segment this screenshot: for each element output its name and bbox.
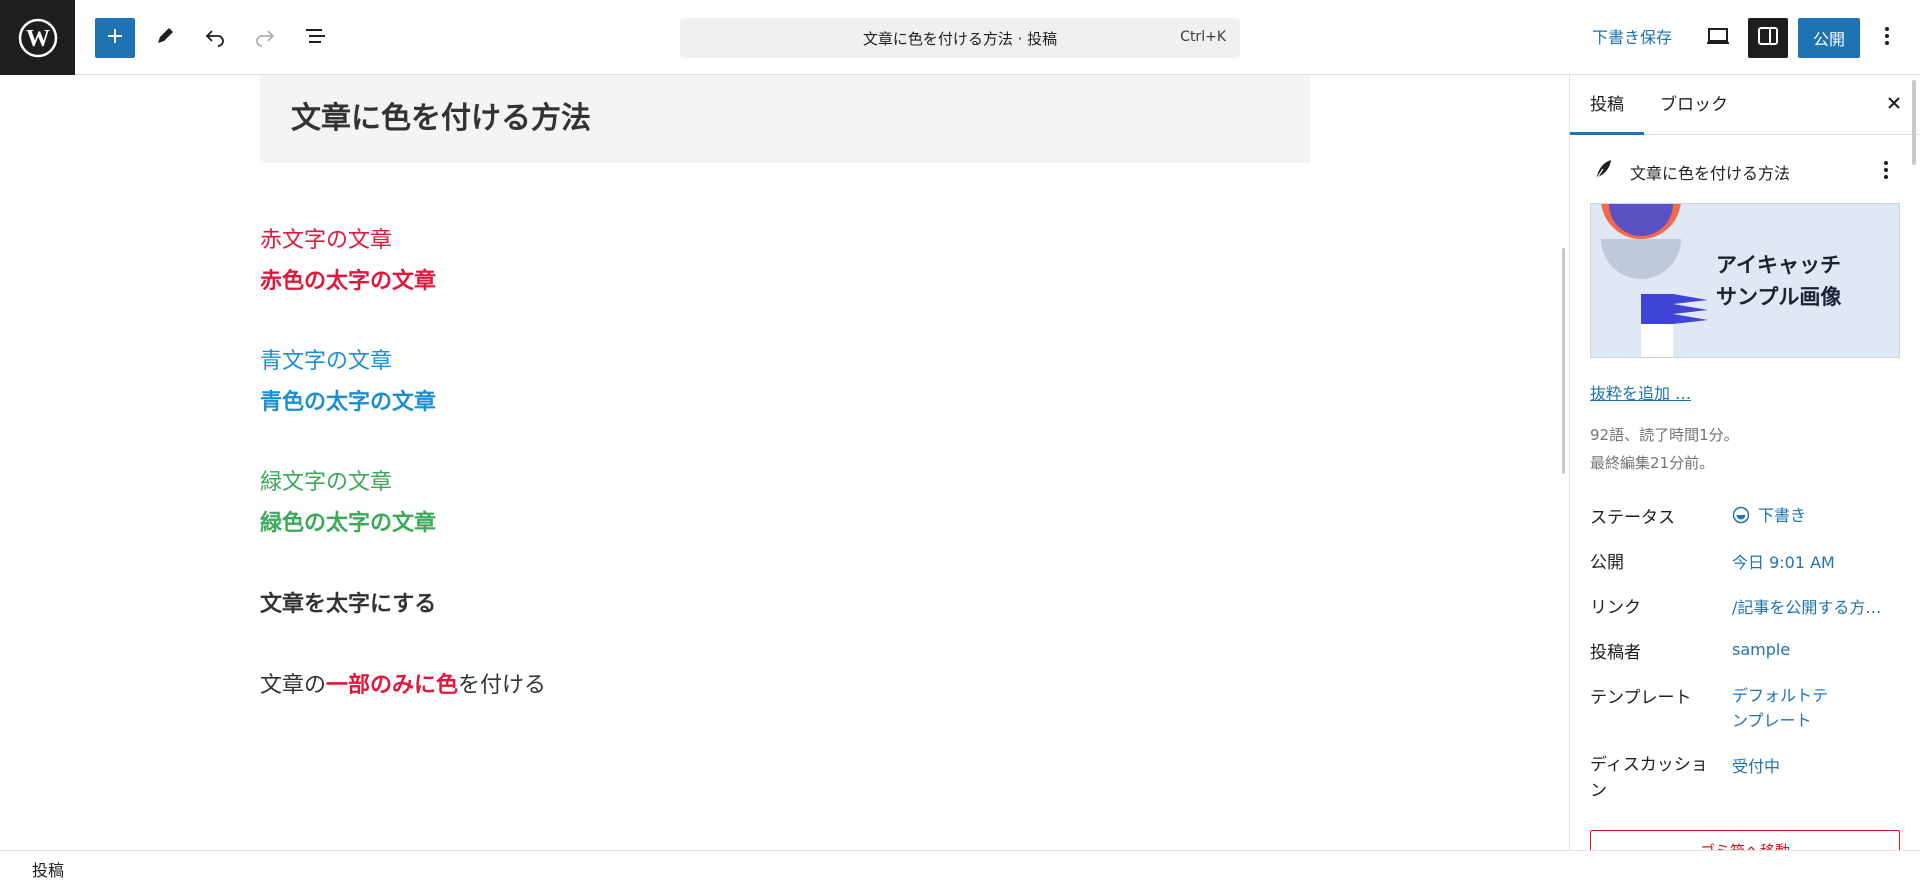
undo-button[interactable] [195,18,235,58]
breadcrumb[interactable]: 投稿 [32,857,64,880]
featured-image[interactable]: アイキャッチ サンプル画像 [1590,203,1900,358]
publish-date-value[interactable]: 今日 9:01 AM [1732,549,1835,573]
post-title[interactable]: 文章に色を付ける方法 [291,93,591,137]
sidebar-icon [1757,25,1779,51]
paragraph-blue[interactable]: 青文字の文章 [260,343,392,375]
discussion-label: ディスカッション [1590,755,1708,801]
add-excerpt-link[interactable]: 抜粋を追加 … [1590,380,1691,404]
paragraph-mixed[interactable]: 文章の一部のみに色を付ける [260,667,546,699]
save-draft-button[interactable]: 下書き保存 [1580,18,1684,58]
options-button[interactable] [1872,18,1902,58]
paragraph-red-bold[interactable]: 赤色の太字の文章 [260,263,436,295]
featured-image-text: アイキャッチ サンプル画像 [1716,249,1841,313]
paragraph-green-bold[interactable]: 緑色の太字の文章 [260,505,436,537]
author-value[interactable]: sample [1732,640,1790,659]
editor-footer: 投稿 [0,850,1920,880]
list-view-button[interactable] [295,18,335,58]
discussion-value[interactable]: 受付中 [1732,753,1780,777]
undo-icon [204,25,226,51]
list-view-icon [303,25,327,51]
more-vertical-icon [1884,161,1888,179]
pencil-icon [154,25,176,51]
sidebar-scrollbar[interactable] [1912,80,1916,165]
template-label: テンプレート [1590,688,1692,708]
close-sidebar-button[interactable] [1880,91,1908,119]
svg-text:W: W [26,26,50,52]
author-label: 投稿者 [1590,643,1641,663]
mixed-text-highlight: 一部のみに色 [326,673,459,698]
last-edited: 最終編集21分前。 [1590,454,1715,472]
shortcut-hint: Ctrl+K [1180,29,1226,45]
move-to-trash-button[interactable]: ゴミ箱へ移動 [1590,830,1900,850]
tab-post[interactable]: 投稿 [1570,75,1644,135]
close-icon [1886,95,1902,115]
post-summary-header: 文章に色を付ける方法 [1570,150,1920,190]
link-label: リンク [1590,598,1641,618]
paragraph-red[interactable]: 赤文字の文章 [260,222,392,254]
status-value[interactable]: 下書き [1732,502,1806,528]
paragraph-blue-bold[interactable]: 青色の太字の文章 [260,384,436,416]
mixed-text-before: 文章の [260,673,327,698]
post-actions-button[interactable] [1883,160,1889,184]
draft-status-icon [1732,506,1750,528]
publish-button[interactable]: 公開 [1798,18,1860,58]
plus-icon [105,26,125,50]
featured-image-text-line2: サンプル画像 [1716,285,1842,309]
post-title-block[interactable]: 文章に色を付ける方法 [260,75,1310,163]
editor-canvas: 文章に色を付ける方法 赤文字の文章 赤色の太字の文章 青文字の文章 青色の太字の… [0,75,1569,850]
tools-button[interactable] [145,18,185,58]
paragraph-bold[interactable]: 文章を太字にする [260,586,436,618]
feather-icon [1592,158,1614,186]
featured-image-text-line1: アイキャッチ [1716,253,1841,277]
template-value[interactable]: デフォルトテンプレート [1732,683,1842,733]
more-vertical-icon [1884,26,1890,50]
redo-icon [254,25,276,51]
status-label: ステータス [1590,508,1675,528]
paragraph-green[interactable]: 緑文字の文章 [260,464,392,496]
redo-button[interactable] [245,18,285,58]
preview-button[interactable] [1698,18,1738,58]
mixed-text-after: を付ける [458,673,547,698]
link-value[interactable]: /記事を公開する方… [1732,594,1881,618]
tab-block[interactable]: ブロック [1640,75,1748,135]
add-block-button[interactable] [95,18,135,58]
wordpress-icon[interactable]: W [0,0,75,75]
canvas-scrollbar[interactable] [1562,248,1565,474]
status-value-text: 下書き [1758,506,1807,525]
post-summary-title: 文章に色を付ける方法 [1630,164,1791,183]
settings-toggle-button[interactable] [1748,18,1788,58]
editor-header: W 文章に色を付ける方法 · 投稿 Ctrl+K 下書き保存 公開 [0,0,1920,75]
word-count: 92語、読了時間1分。 [1590,426,1739,444]
command-palette-button[interactable]: 文章に色を付ける方法 · 投稿 Ctrl+K [680,18,1240,58]
sidebar-tabs: 投稿 ブロック [1570,75,1920,135]
document-title: 文章に色を付ける方法 · 投稿 [862,29,1058,48]
settings-sidebar: 投稿 ブロック 文章に色を付ける方法 アイキャッチ サンプル画像 抜粋を追加 …… [1569,75,1920,850]
publish-date-label: 公開 [1590,553,1624,573]
laptop-icon [1705,25,1731,51]
